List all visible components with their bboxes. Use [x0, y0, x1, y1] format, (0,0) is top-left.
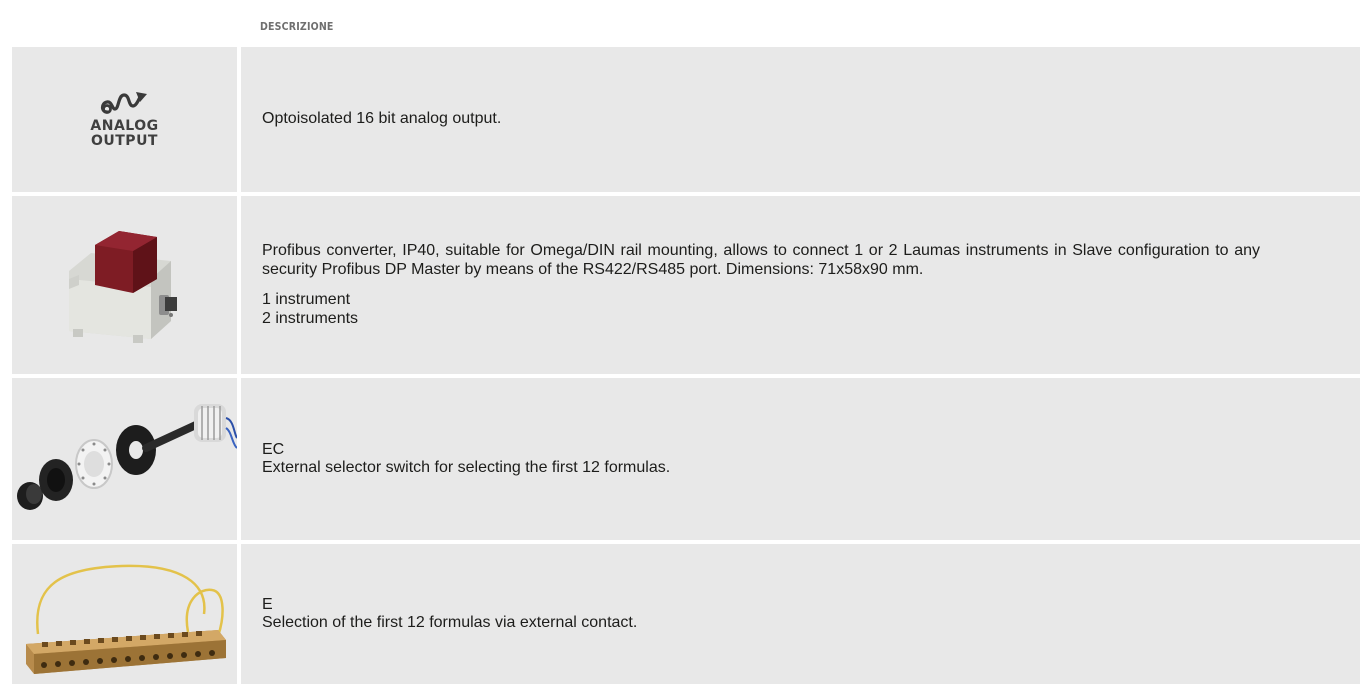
description-cell: Optoisolated 16 bit analog output. [241, 47, 1360, 192]
terminal-block-image [26, 564, 226, 674]
product-code: EC [262, 440, 285, 458]
table-row: ANALOG OUTPUT Optoisolated 16 bit analog… [12, 47, 1360, 192]
option-2-instruments: 2 instruments [262, 309, 359, 327]
description-text: Optoisolated 16 bit analog output. [262, 110, 502, 128]
analog-output-badge: ANALOG OUTPUT [90, 88, 158, 148]
description-cell: Profibus converter, IP40, suitable for O… [241, 196, 1360, 374]
description-text: Profibus converter, IP40, suitable for O… [262, 242, 1260, 278]
description-text: Selection of the first 12 formulas via e… [262, 614, 638, 631]
table-row: EC External selector switch for selectin… [12, 378, 1360, 540]
description-cell: EC External selector switch for selectin… [241, 378, 1360, 540]
analog-label-line2: OUTPUT [90, 132, 158, 149]
description-text: External selector switch for selecting t… [262, 459, 671, 476]
image-cell [12, 196, 237, 374]
analog-output-icon [101, 91, 148, 114]
option-1-instrument: 1 instrument [262, 291, 351, 308]
image-cell [12, 544, 237, 684]
selector-switch-image [17, 404, 237, 510]
description-cell: E Selection of the first 12 formulas via… [241, 544, 1360, 684]
image-cell [12, 378, 237, 540]
product-code: E [262, 595, 273, 613]
profibus-converter-image [68, 231, 177, 343]
table-row: Profibus converter, IP40, suitable for O… [12, 196, 1360, 374]
description-column-header: DESCRIZIONE [260, 20, 334, 33]
table-row: E Selection of the first 12 formulas via… [12, 544, 1360, 684]
analog-label-line1: ANALOG [90, 117, 159, 134]
image-cell: ANALOG OUTPUT [12, 47, 237, 192]
